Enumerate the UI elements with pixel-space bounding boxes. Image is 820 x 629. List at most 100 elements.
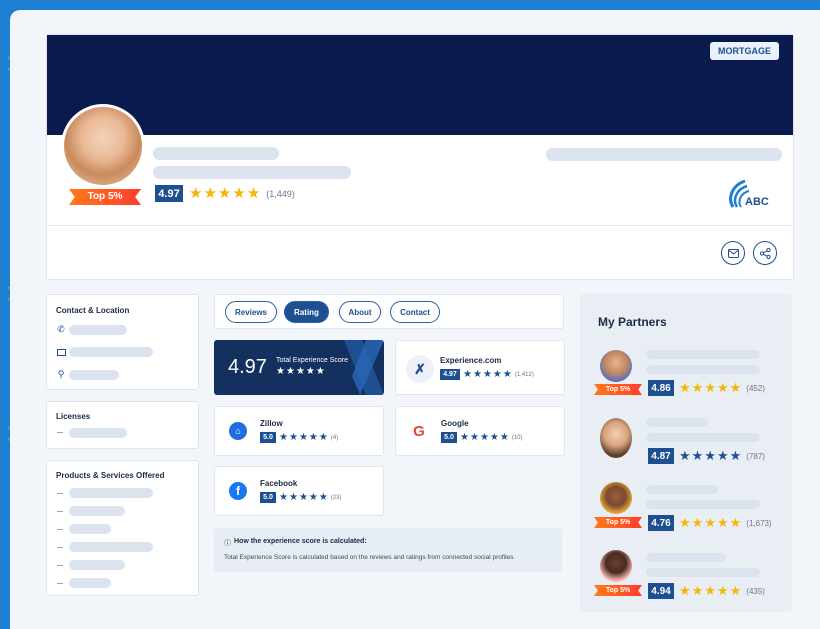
partner-rating-badge: 4.94 <box>648 583 674 599</box>
location-icon: ⚲ <box>57 370 65 380</box>
partner-count: (452) <box>746 383 765 393</box>
tab-reviews[interactable]: Reviews <box>225 301 277 323</box>
bullet-icon <box>57 511 63 512</box>
partner-name-placeholder <box>646 553 726 562</box>
bullet-icon <box>57 432 63 433</box>
share-icon <box>759 247 771 259</box>
partner-name-placeholder <box>646 485 718 494</box>
rating-stars: ★ ★ ★ ★ ★ <box>189 184 261 202</box>
partner-rating: 4.76 ★ ★ ★ ★ ★ (1,673) <box>648 515 772 531</box>
partner-ribbon: Top 5% <box>594 585 642 596</box>
name-placeholder <box>153 147 279 160</box>
partner-rating: 4.86 ★ ★ ★ ★ ★ (452) <box>648 380 765 396</box>
source-rating: 4.97 ★ ★ ★ ★ ★ (1,412) <box>440 369 534 380</box>
source-rating: 5.0 ★ ★ ★ ★ ★ (4) <box>260 432 338 443</box>
products-title: Products & Services Offered <box>56 471 165 480</box>
source-card-zillow[interactable]: ⌂ Zillow 5.0 ★ ★ ★ ★ ★ (4) <box>214 406 384 456</box>
info-text: Total Experience Score is calculated bas… <box>224 554 516 561</box>
bullet-icon <box>57 565 63 566</box>
product-placeholder <box>69 506 125 516</box>
partner-stars: ★ ★ ★ ★ ★ <box>679 583 742 599</box>
info-box: ⓘ How the experience score is calculated… <box>214 528 562 572</box>
partner-title-placeholder <box>646 500 760 509</box>
partner-title-placeholder <box>646 365 760 374</box>
product-placeholder <box>69 488 153 498</box>
source-rating: 5.0 ★ ★ ★ ★ ★ (23) <box>260 492 342 503</box>
license-placeholder <box>69 428 127 438</box>
licenses-title: Licenses <box>56 412 91 421</box>
contact-title: Contact & Location <box>56 306 130 315</box>
source-name: Facebook <box>260 479 298 488</box>
partner-avatar[interactable] <box>600 482 632 514</box>
zillow-icon: ⌂ <box>229 422 247 440</box>
email-button[interactable] <box>721 241 745 265</box>
product-placeholder <box>69 542 153 552</box>
partner-count: (1,673) <box>746 518 772 528</box>
total-score-card: 4.97 Total Experience Score ★ ★ ★ ★ ★ <box>214 340 384 395</box>
partner-count: (787) <box>746 451 765 461</box>
source-count: (4) <box>330 434 339 441</box>
partner-rating: 4.87 ★ ★ ★ ★ ★ (787) <box>648 448 765 464</box>
source-rating-badge: 4.97 <box>440 369 460 380</box>
experience-icon: ✗ <box>406 355 434 383</box>
source-count: (23) <box>330 494 342 501</box>
title-placeholder <box>153 166 351 179</box>
tab-about[interactable]: About <box>339 301 381 323</box>
source-count: (1,412) <box>514 371 534 378</box>
bullet-icon <box>57 529 63 530</box>
total-score-value: 4.97 <box>228 356 267 378</box>
bullet-icon <box>57 493 63 494</box>
source-stars: ★ ★ ★ ★ ★ <box>279 491 328 503</box>
partner-avatar[interactable] <box>600 550 632 582</box>
partner-name-placeholder <box>646 350 760 359</box>
tab-rating[interactable]: Rating <box>284 301 329 323</box>
bullet-icon <box>57 547 63 548</box>
address-placeholder <box>69 370 119 380</box>
source-name: Experience.com <box>440 356 502 365</box>
product-placeholder <box>69 560 125 570</box>
share-button[interactable] <box>753 241 777 265</box>
email-placeholder <box>69 347 153 357</box>
tab-bar: Reviews Rating About Contact <box>214 294 564 329</box>
source-name: Zillow <box>260 419 283 428</box>
divider <box>47 225 793 226</box>
email-icon <box>56 347 66 357</box>
contact-card: Contact & Location ✆ ⚲ <box>46 294 199 390</box>
source-card-google[interactable]: G Google 5.0 ★ ★ ★ ★ ★ (10) <box>395 406 565 456</box>
source-stars: ★ ★ ★ ★ ★ <box>279 431 328 443</box>
avatar <box>61 104 145 188</box>
total-score-label: Total Experience Score <box>276 357 348 364</box>
source-card-experience[interactable]: ✗ Experience.com 4.97 ★ ★ ★ ★ ★ (1,412) <box>395 340 565 395</box>
partner-rating-badge: 4.86 <box>648 380 674 396</box>
partners-title: My Partners <box>598 315 667 329</box>
product-placeholder <box>69 578 111 588</box>
licenses-card: Licenses <box>46 401 199 449</box>
total-score-stars: ★ ★ ★ ★ ★ <box>276 366 325 377</box>
top-ribbon: Top 5% <box>69 189 141 205</box>
phone-placeholder <box>69 325 127 335</box>
source-rating: 5.0 ★ ★ ★ ★ ★ (10) <box>441 432 523 443</box>
source-card-facebook[interactable]: f Facebook 5.0 ★ ★ ★ ★ ★ (23) <box>214 466 384 516</box>
profile-card: MORTGAGE Top 5% 4.97 ★ ★ ★ ★ ★ (1,449) ABC <box>46 34 794 280</box>
partner-title-placeholder <box>646 568 760 577</box>
partner-rating: 4.94 ★ ★ ★ ★ ★ (435) <box>648 583 765 599</box>
partner-rating-badge: 4.76 <box>648 515 674 531</box>
partner-count: (435) <box>746 586 765 596</box>
source-name: Google <box>441 419 469 428</box>
partner-avatar[interactable] <box>600 418 632 458</box>
partner-title-placeholder <box>646 433 760 442</box>
source-rating-badge: 5.0 <box>260 492 276 503</box>
header-rating: 4.97 ★ ★ ★ ★ ★ (1,449) <box>155 185 295 202</box>
source-count: (10) <box>511 434 523 441</box>
partner-name-placeholder <box>646 418 708 427</box>
tab-contact[interactable]: Contact <box>390 301 440 323</box>
source-rating-badge: 5.0 <box>441 432 457 443</box>
products-card: Products & Services Offered <box>46 460 199 596</box>
info-icon: ⓘ <box>224 539 231 547</box>
review-count: (1,449) <box>266 188 295 199</box>
experience-x-watermark-icon <box>344 340 384 395</box>
source-rating-badge: 5.0 <box>260 432 276 443</box>
source-stars: ★ ★ ★ ★ ★ <box>460 431 509 443</box>
partner-avatar[interactable] <box>600 350 632 382</box>
mail-icon <box>727 248 739 258</box>
